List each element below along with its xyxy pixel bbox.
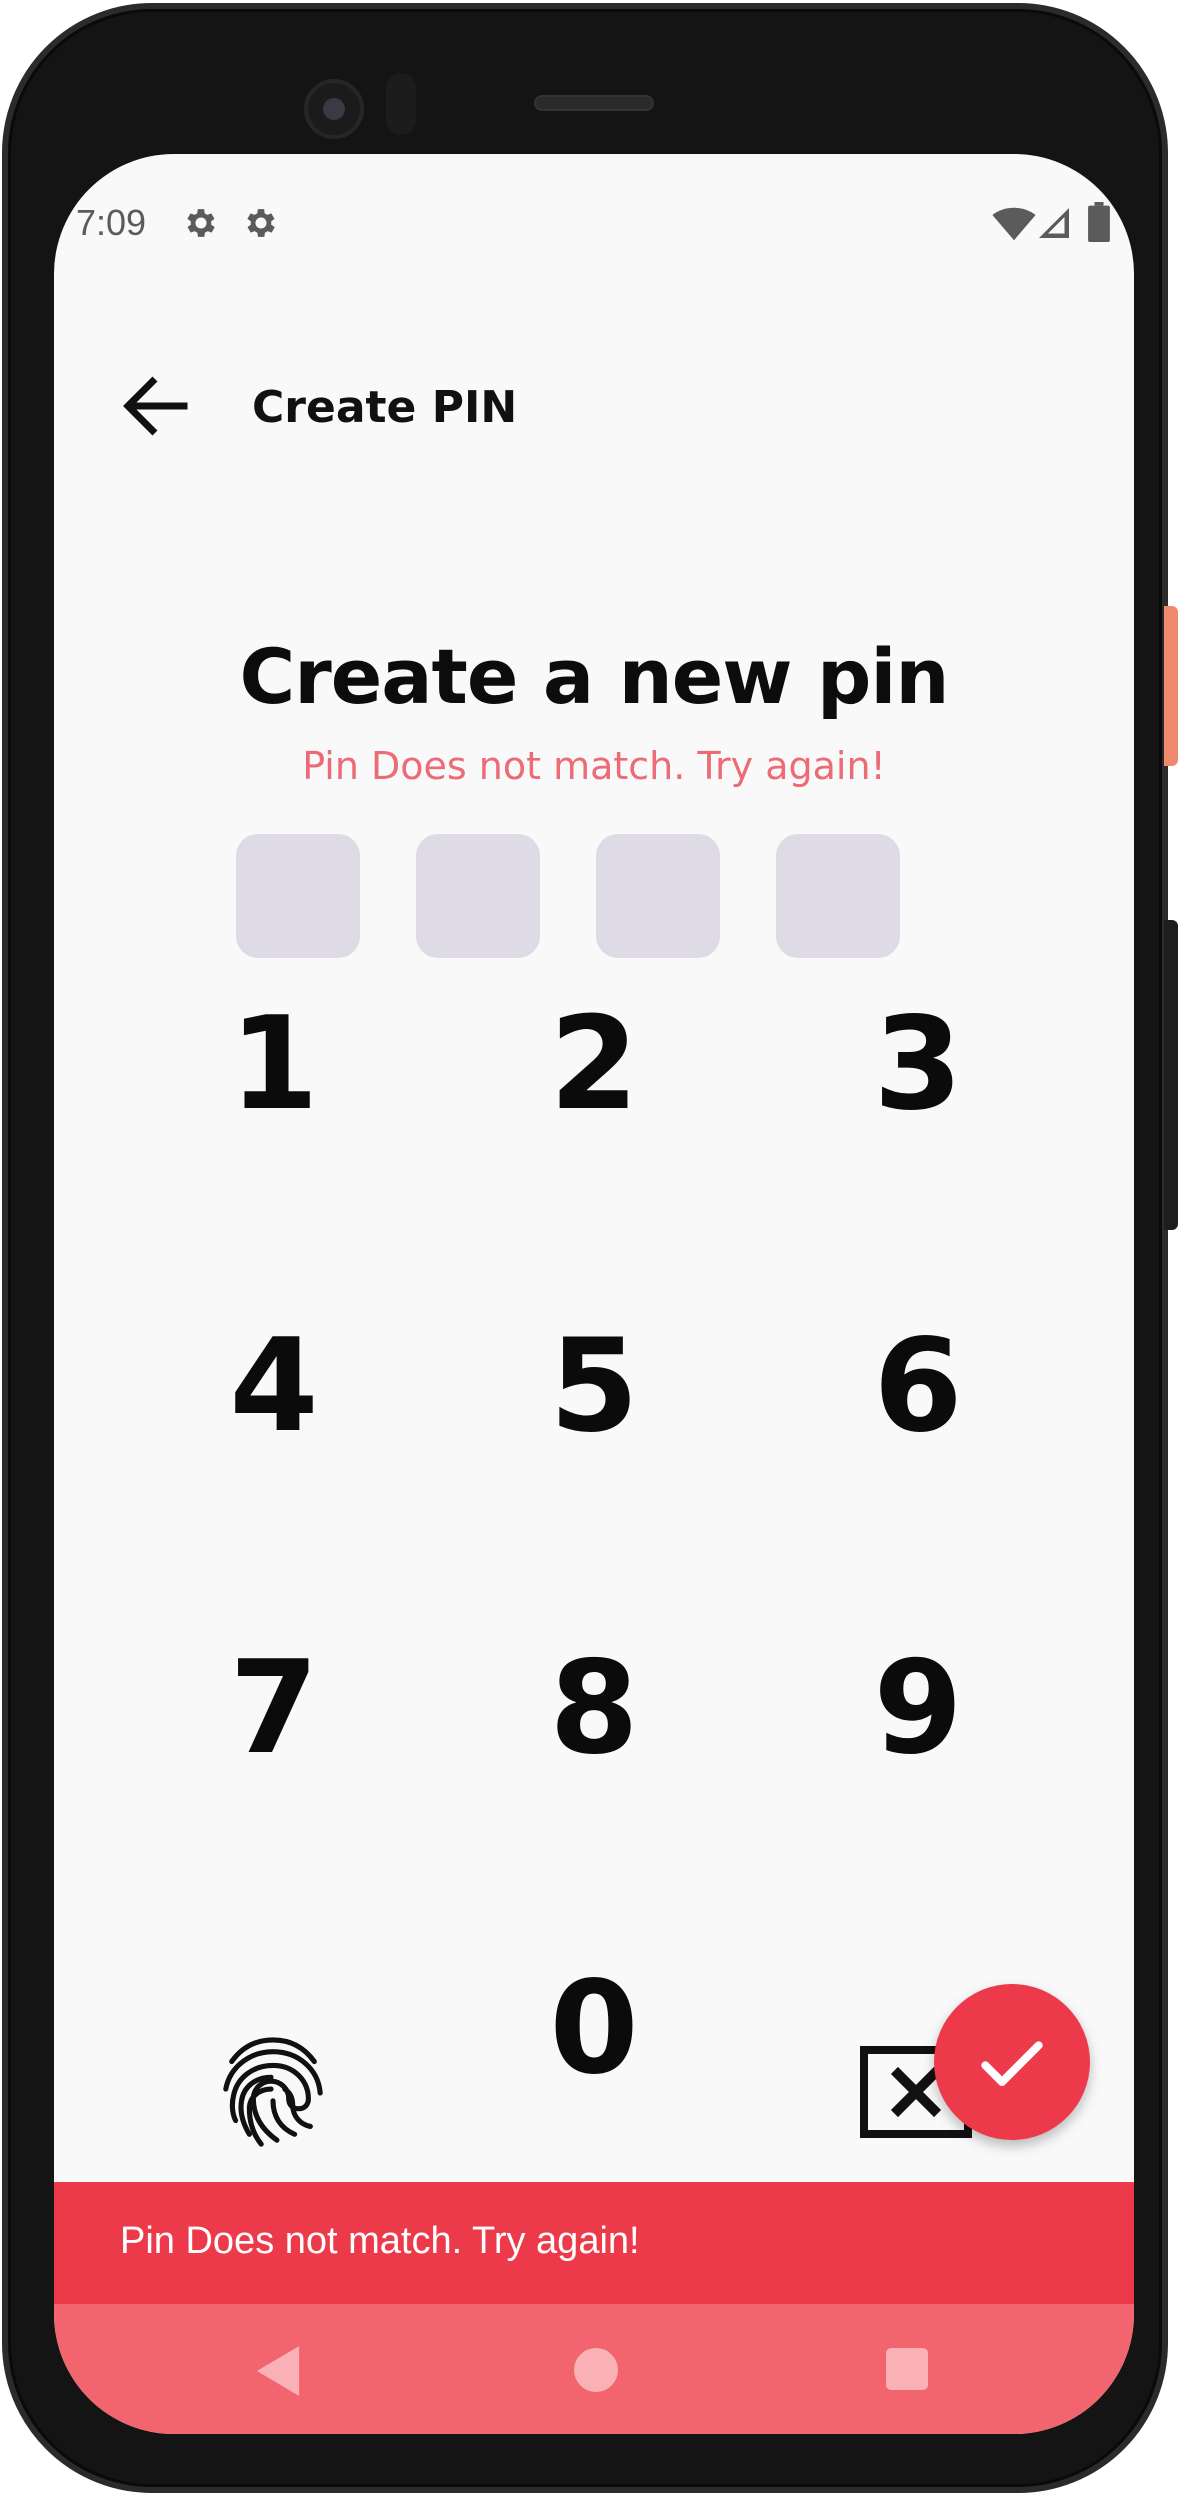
nav-back-icon[interactable] bbox=[256, 2346, 300, 2396]
key-1[interactable]: 1 bbox=[154, 964, 394, 1164]
nav-recents-icon[interactable] bbox=[886, 2348, 928, 2390]
key-4[interactable]: 4 bbox=[154, 1286, 394, 1486]
key-6[interactable]: 6 bbox=[798, 1286, 1038, 1486]
check-icon bbox=[981, 2041, 1043, 2086]
phone-frame: 7:09 Create PIN Create a new pin Pin Doe… bbox=[2, 3, 1168, 2493]
key-8[interactable]: 8 bbox=[474, 1608, 714, 1808]
volume-button bbox=[1164, 920, 1178, 1230]
nav-home-icon[interactable] bbox=[574, 2348, 618, 2392]
front-camera bbox=[304, 79, 364, 139]
key-9[interactable]: 9 bbox=[798, 1608, 1038, 1808]
snackbar-message: Pin Does not match. Try again! bbox=[120, 2220, 640, 2262]
navigation-bar bbox=[54, 2304, 1134, 2434]
earpiece-speaker bbox=[534, 95, 654, 111]
key-0[interactable]: 0 bbox=[474, 1928, 714, 2128]
key-3[interactable]: 3 bbox=[798, 964, 1038, 1164]
power-button bbox=[1164, 606, 1178, 766]
key-2[interactable]: 2 bbox=[474, 964, 714, 1164]
confirm-button[interactable] bbox=[934, 1984, 1090, 2140]
snackbar: Pin Does not match. Try again! bbox=[54, 2182, 1134, 2304]
key-5[interactable]: 5 bbox=[474, 1286, 714, 1486]
screen: 7:09 Create PIN Create a new pin Pin Doe… bbox=[54, 154, 1134, 2434]
key-7[interactable]: 7 bbox=[154, 1608, 394, 1808]
fingerprint-icon[interactable] bbox=[219, 2034, 327, 2152]
proximity-sensor bbox=[386, 73, 416, 135]
